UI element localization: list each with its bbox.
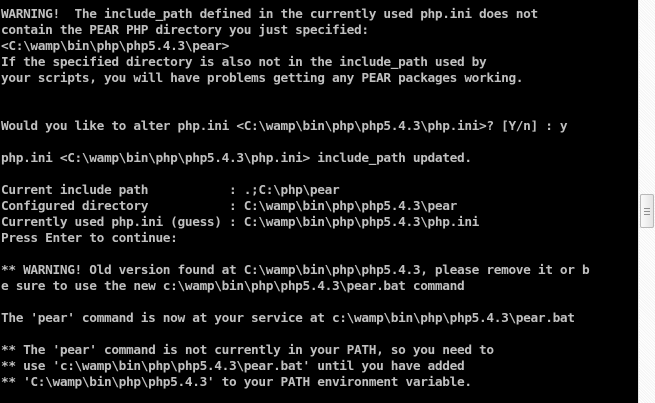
console-window[interactable]: WARNING! The include_path defined in the…: [0, 0, 638, 403]
console-line: The 'pear' command is now at your servic…: [1, 311, 575, 326]
console-line: <C:\wamp\bin\php\php5.4.3\pear>: [1, 39, 229, 54]
grip-line-icon: [644, 208, 650, 209]
console-line: php.ini <C:\wamp\bin\php\php5.4.3\php.in…: [1, 151, 472, 166]
console-line: Would you like to alter php.ini <C:\wamp…: [1, 119, 568, 134]
console-line: WARNING! The include_path defined in the…: [1, 7, 538, 22]
console-line: Configured directory : C:\wamp\bin\php\p…: [1, 199, 457, 214]
console-line: ** use 'c:\wamp\bin\php\php5.4.3\pear.ba…: [1, 359, 465, 374]
console-line: e sure to use the new c:\wamp\bin\php\ph…: [1, 279, 465, 294]
console-output: WARNING! The include_path defined in the…: [1, 7, 638, 391]
vertical-scrollbar[interactable]: [638, 0, 655, 403]
console-line: ** WARNING! Old version found at C:\wamp…: [1, 263, 590, 278]
console-line: contain the PEAR PHP directory you just …: [1, 23, 369, 38]
console-line: Press Enter to continue:: [1, 231, 178, 246]
console-line: If the specified directory is also not i…: [1, 55, 487, 70]
console-line: Current include path : .;C:\php\pear: [1, 183, 340, 198]
console-line: ** The 'pear' command is not currently i…: [1, 343, 494, 358]
console-line: ** 'C:\wamp\bin\php\php5.4.3' to your PA…: [1, 375, 472, 390]
scrollbar-thumb[interactable]: [640, 194, 654, 228]
grip-line-icon: [644, 211, 650, 212]
console-line: your scripts, you will have problems get…: [1, 71, 524, 86]
grip-line-icon: [644, 214, 650, 215]
console-line: Currently used php.ini (guess) : C:\wamp…: [1, 215, 480, 230]
